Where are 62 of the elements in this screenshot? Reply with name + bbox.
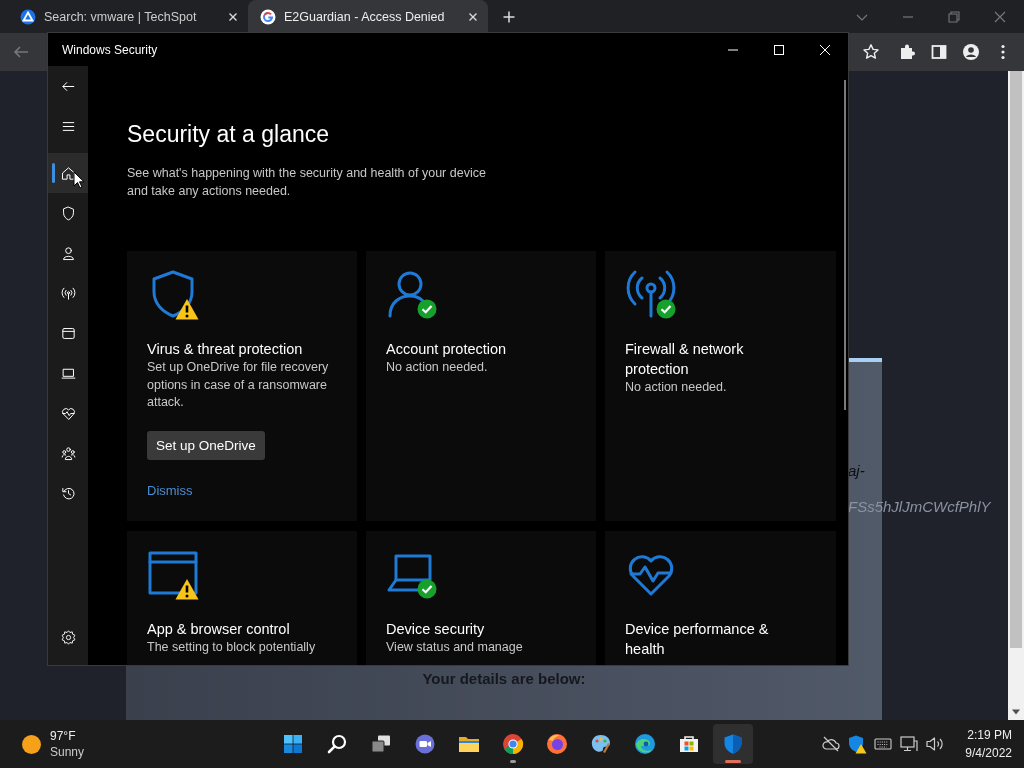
start-icon [281,732,305,756]
card-title: Device performance & health [625,620,770,659]
page-text: aj- [848,462,865,479]
window-title: Windows Security [62,42,158,57]
sun-icon[interactable] [21,733,42,755]
status-card[interactable]: Account protection No action needed. [366,251,596,521]
browser-icon [633,732,657,756]
new-tab-icon[interactable] [503,10,515,23]
page-heading: Security at a glance [127,120,330,149]
nav-button[interactable] [48,153,88,193]
site-icon [20,8,36,25]
status-card[interactable]: App & browser control The setting to block potentially [127,531,357,665]
status-card[interactable]: Firewall & network protection No action needed. [605,251,836,521]
clock[interactable]: 2:19 PM 9/4/2022 [965,726,1012,762]
video-chat-icon [413,732,437,756]
antenna-icon [625,268,677,320]
status-card[interactable]: Virus & threat protection Set up OneDrive for file recovery options in case of a ransomware attack. Set up OneDrive Dismiss [127,251,357,521]
site-icon [260,8,276,25]
palette-icon [589,732,613,756]
status-card[interactable]: Device security View status and manage [366,531,596,665]
card-description: No action needed. [386,359,489,376]
browser-tab[interactable]: E2Guardian - Access Denied [248,0,488,33]
card-title: App & browser control [147,620,291,639]
card-description: The setting to block potentially [147,639,317,656]
weather-condition: Sunny [50,744,85,760]
profile-icon[interactable] [962,43,980,61]
time: 2:19 PM [967,727,1012,744]
star-icon[interactable] [862,43,880,61]
details-heading: Your details are below: [422,670,586,687]
card-description: View status and manage [386,639,524,656]
date: 9/4/2022 [965,745,1012,762]
card-title: Firewall & network protection [625,340,745,379]
browser-icon [501,732,525,756]
search-icon [325,732,349,756]
card-description: No action needed. [625,379,728,396]
maximize-icon[interactable] [773,43,785,56]
temperature: 97°F [50,728,77,744]
network-icon[interactable] [899,734,920,754]
browser-icon [545,732,569,756]
scroll-down-icon[interactable] [1011,709,1021,715]
shield-warning-icon[interactable] [847,734,868,754]
side-panel-icon[interactable] [930,43,948,61]
scrollbar[interactable] [1008,71,1024,720]
browser-tab[interactable]: Search: vmware | TechSpot [8,0,248,33]
volume-icon[interactable] [925,734,946,754]
card-title: Device security [386,620,486,639]
cloud-off-icon[interactable] [821,734,842,754]
dismiss-link[interactable]: Dismiss [147,482,193,498]
restore-icon[interactable] [948,10,960,23]
page-text: FSs5hJlJmCWcfPhlY [848,498,991,515]
setup-button[interactable]: Set up OneDrive [147,430,265,460]
card-description: Set up OneDrive for file recovery options in case of a ransomware attack. [147,359,330,411]
settings-icon [59,628,77,646]
card-title: Account protection [386,340,508,359]
card-title: Virus & threat protection [147,340,304,359]
back-icon[interactable] [13,44,29,60]
status-card[interactable]: Device performance & health [605,531,836,665]
family-icon [59,444,77,462]
shield-icon [721,732,745,756]
puzzle-icon[interactable] [898,43,916,61]
page-description: See what's happening with the security and health of your device and take any actions needed. [127,165,487,200]
cursor-icon [73,171,85,189]
